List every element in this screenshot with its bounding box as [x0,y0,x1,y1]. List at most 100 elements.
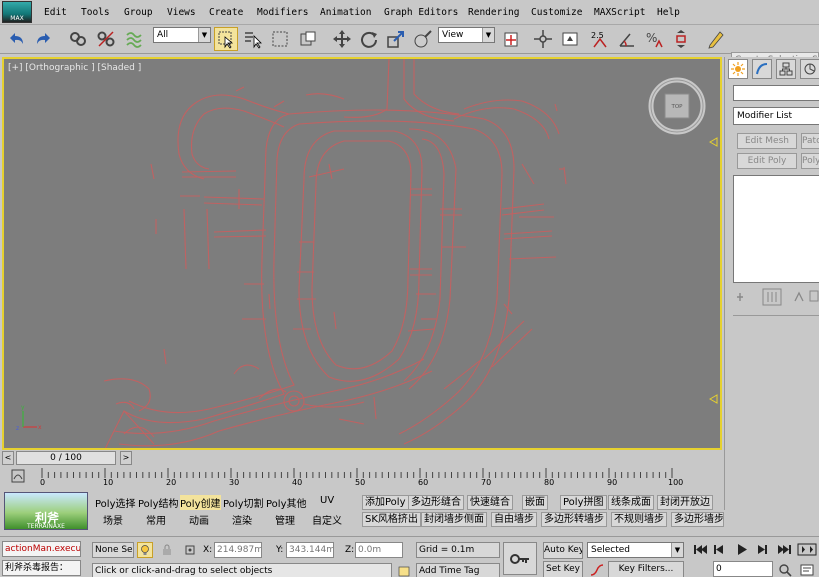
menu-modifiers[interactable]: Modifiers [257,7,308,18]
tab-create[interactable] [728,59,748,79]
modifier-list-dropdown[interactable]: Modifier List [733,107,819,125]
y-coord-field[interactable]: 343.144m [286,542,334,558]
set-key-mode-button[interactable] [503,542,537,575]
tab-poly-create[interactable]: Poly创建 [180,495,221,510]
close-open-edges-button[interactable]: 封闭开放边 [657,495,713,510]
tab-hierarchy[interactable] [776,59,796,79]
percent-snap-button[interactable]: % [642,27,666,51]
polygon-wall-button[interactable]: 多边形墙步 [671,512,724,527]
curve-editor-toggle[interactable] [10,468,26,484]
tab-poly-cut[interactable]: Poly切割 [223,495,264,510]
menu-customize[interactable]: Customize [531,7,582,18]
sk-extrude-button[interactable]: SK风格挤出 [362,512,421,527]
poly-button[interactable]: Poly [801,153,819,169]
play-icon[interactable] [738,544,747,555]
menu-views[interactable]: Views [167,7,196,18]
remove-modifier-icon[interactable] [809,290,819,302]
auto-key-button[interactable]: Auto Key [543,542,583,559]
menu-graph-editors[interactable]: Graph Editors [384,7,458,18]
pivot-center-button[interactable] [499,27,523,51]
tab-customize[interactable]: 自定义 [312,512,342,527]
zoom-extents-button[interactable] [777,562,793,577]
tab-manage[interactable]: 管理 [275,512,295,527]
previous-frame-icon[interactable] [714,545,723,554]
next-frame-icon[interactable] [758,545,767,554]
rectangular-selection-button[interactable] [268,27,292,51]
menu-help[interactable]: Help [657,7,680,18]
menu-create[interactable]: Create [209,7,243,18]
bind-space-warp-button[interactable] [122,27,146,51]
select-and-place-button[interactable] [411,27,435,51]
menu-rendering[interactable]: Rendering [468,7,519,18]
time-tag-icon-button[interactable] [396,563,412,577]
select-and-scale-button[interactable] [384,27,408,51]
viewport-orthographic[interactable]: x y z [+] [Orthographic ] [Shaded ] TOP [2,57,722,450]
menu-edit[interactable]: Edit [44,7,67,18]
reference-coord-dropdown[interactable]: View ▼ [438,27,495,43]
edit-named-selection-button[interactable] [704,27,728,51]
app-menu-logo[interactable]: MAX [2,1,32,23]
time-slider-next[interactable]: > [120,451,132,465]
tab-poly-select[interactable]: Poly选择 [95,495,136,510]
edit-poly-button[interactable]: Edit Poly [737,153,797,169]
select-object-button[interactable] [214,27,238,51]
add-poly-button[interactable]: 添加Poly [362,495,409,510]
tab-render[interactable]: 渲染 [232,512,252,527]
current-frame-field[interactable]: 0 [713,561,773,577]
x-coord-field[interactable]: 214.987m [214,542,262,558]
select-and-rotate-button[interactable] [357,27,381,51]
select-and-manipulate-button[interactable] [531,27,555,51]
menu-group[interactable]: Group [124,7,153,18]
go-to-start-icon[interactable] [694,545,707,554]
keyboard-shortcut-override-button[interactable] [558,27,582,51]
maxscript-listener-field[interactable]: actionMan.execu [2,541,81,557]
show-end-result-icon[interactable] [762,288,782,306]
tab-uv[interactable]: UV [320,495,334,506]
isolate-selection-toggle[interactable] [137,542,153,558]
window-crossing-button[interactable] [296,27,320,51]
free-wall-button[interactable]: 自由墙步 [491,512,537,527]
selection-filter-dropdown[interactable]: All ▼ [153,27,211,43]
set-key-button[interactable]: Set Key [543,561,583,577]
polygon-stitch-button[interactable]: 多边形缝合 [408,495,464,510]
menu-maxscript[interactable]: MAXScript [594,7,645,18]
make-unique-icon[interactable] [794,291,804,302]
tab-motion[interactable] [800,59,819,79]
unlink-button[interactable] [94,27,118,51]
key-filters-button[interactable]: Key Filters... [608,561,684,577]
time-configuration-button[interactable] [799,562,815,577]
tab-modify[interactable] [752,59,772,79]
select-by-name-button[interactable] [241,27,265,51]
tab-poly-other[interactable]: Poly其他 [266,495,307,510]
key-mode-toggle-icon[interactable] [797,543,817,556]
tab-animation[interactable]: 动画 [189,512,209,527]
selection-lock-toggle[interactable] [159,542,175,558]
key-mode-dropdown[interactable]: Selected ▼ [587,542,684,558]
irregular-wall-button[interactable]: 不规则墙步 [611,512,667,527]
viewport-label[interactable]: [+] [Orthographic ] [Shaded ] [8,63,141,73]
select-and-link-button[interactable] [66,27,90,51]
lines-to-faces-button[interactable]: 线条成面 [608,495,654,510]
script-report-field[interactable]: 利斧杀毒报告： [2,560,81,576]
edit-mesh-button[interactable]: Edit Mesh [737,133,797,149]
absolute-mode-toggle[interactable] [182,542,198,558]
time-slider-prev[interactable]: < [2,451,14,465]
poly-puzzle-button[interactable]: Poly拼图 [560,495,607,510]
quick-stitch-button[interactable]: 快速缝合 [467,495,513,510]
snaps-toggle-button[interactable]: 2.5 [588,27,612,51]
tab-scene[interactable]: 场景 [103,512,123,527]
tab-common[interactable]: 常用 [146,512,166,527]
undo-button[interactable] [4,27,28,51]
viewcube[interactable]: TOP [648,77,706,135]
redo-button[interactable] [32,27,56,51]
track-bar[interactable]: 0 10 20 30 40 50 60 70 80 90 100 [0,466,724,490]
time-slider[interactable]: < 0 / 100 > [2,451,722,465]
polygon-to-wall-button[interactable]: 多边形转墙步 [541,512,607,527]
default-tangent-button[interactable] [589,562,605,577]
menu-animation[interactable]: Animation [320,7,371,18]
patch-button[interactable]: Patch [801,133,819,149]
spinner-snap-button[interactable] [669,27,693,51]
select-and-move-button[interactable] [330,27,354,51]
tab-poly-structure[interactable]: Poly结构 [138,495,179,510]
inset-face-button[interactable]: 嵌面 [522,495,548,510]
